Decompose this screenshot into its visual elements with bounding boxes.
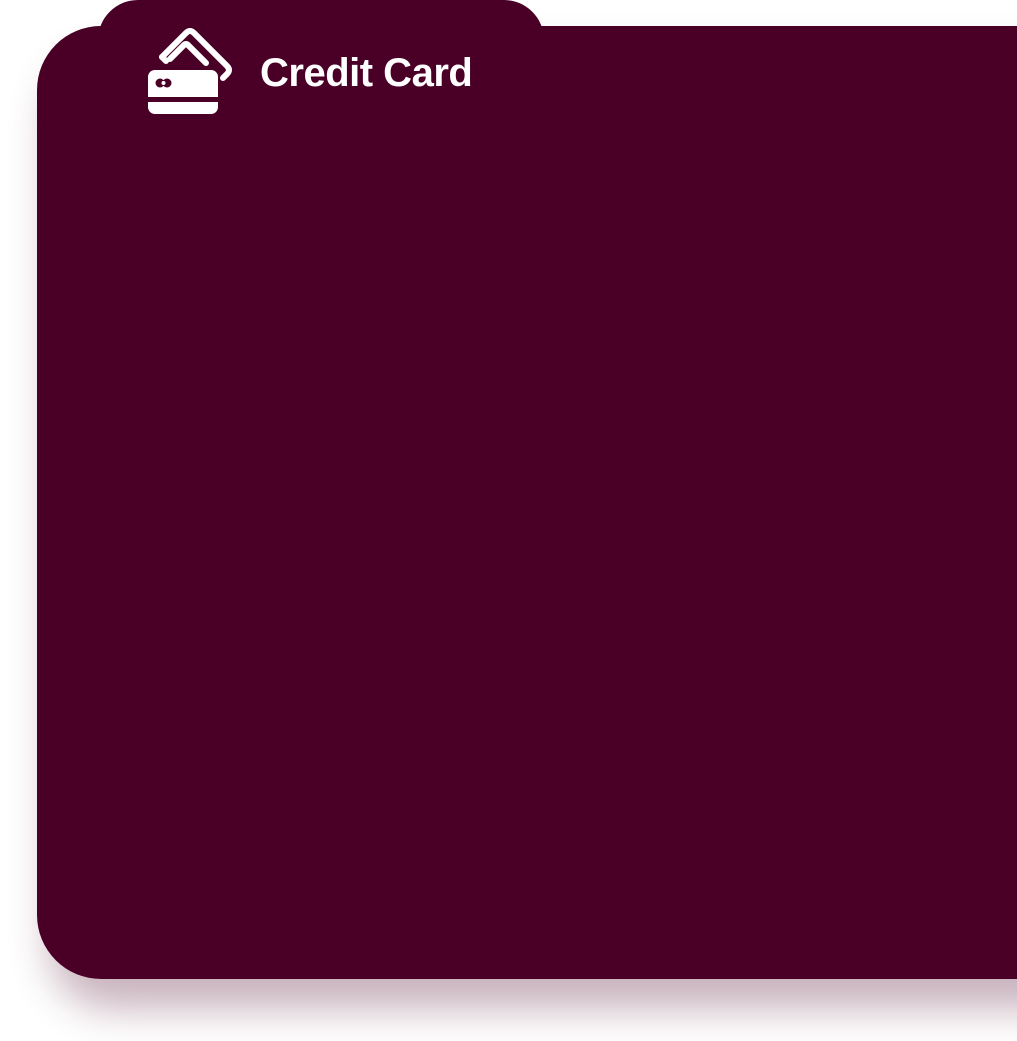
page: Credit Card xyxy=(0,0,1017,1041)
credit-card-icon xyxy=(148,28,232,114)
credit-card-panel xyxy=(37,26,1017,979)
card-title: Credit Card xyxy=(260,51,473,95)
card-header: Credit Card xyxy=(148,26,473,118)
